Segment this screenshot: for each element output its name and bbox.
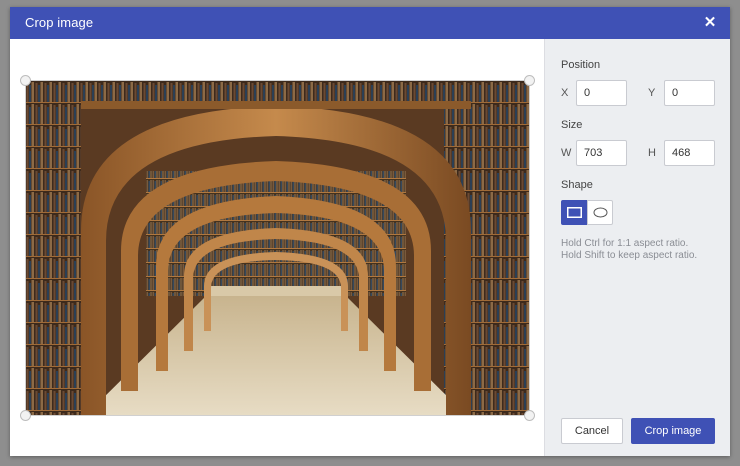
dialog-titlebar: Crop image ✕ [10,7,730,39]
x-label: X [561,87,569,99]
crop-image-button[interactable]: Crop image [631,418,715,444]
rectangle-shape-button[interactable] [561,200,587,225]
x-input[interactable] [576,80,627,106]
size-label: Size [561,119,583,131]
crop-canvas [10,39,544,456]
position-label: Position [561,59,601,71]
dialog-title: Crop image [25,15,94,30]
crop-settings-panel: Position X Y Size W H Shape Hold Ctrl fo… [544,39,730,456]
shape-selector [561,200,614,225]
y-input[interactable] [664,80,715,106]
library-photo [26,81,529,415]
resize-handle-bottom-left[interactable] [20,410,31,421]
ellipse-shape-button[interactable] [587,200,613,225]
w-label: W [561,147,572,159]
resize-handle-bottom-right[interactable] [524,410,535,421]
crop-image-dialog: Crop image ✕ Position X 0 Y 0 Size W 703… [10,7,730,456]
resize-handle-top-right[interactable] [524,75,535,86]
shape-label: Shape [561,179,593,191]
cancel-button[interactable]: Cancel [561,418,623,444]
width-input[interactable] [576,140,627,166]
close-icon[interactable]: ✕ [700,13,720,33]
h-label: H [648,147,656,159]
height-input[interactable] [664,140,715,166]
y-label: Y [648,87,656,99]
hint-ctrl: Hold Ctrl for 1:1 aspect ratio. [561,238,689,249]
hint-shift: Hold Shift to keep aspect ratio. [561,250,698,261]
crop-selection[interactable] [20,75,535,421]
ellipse-icon [593,207,608,218]
rectangle-icon [567,207,582,218]
resize-handle-top-left[interactable] [20,75,31,86]
